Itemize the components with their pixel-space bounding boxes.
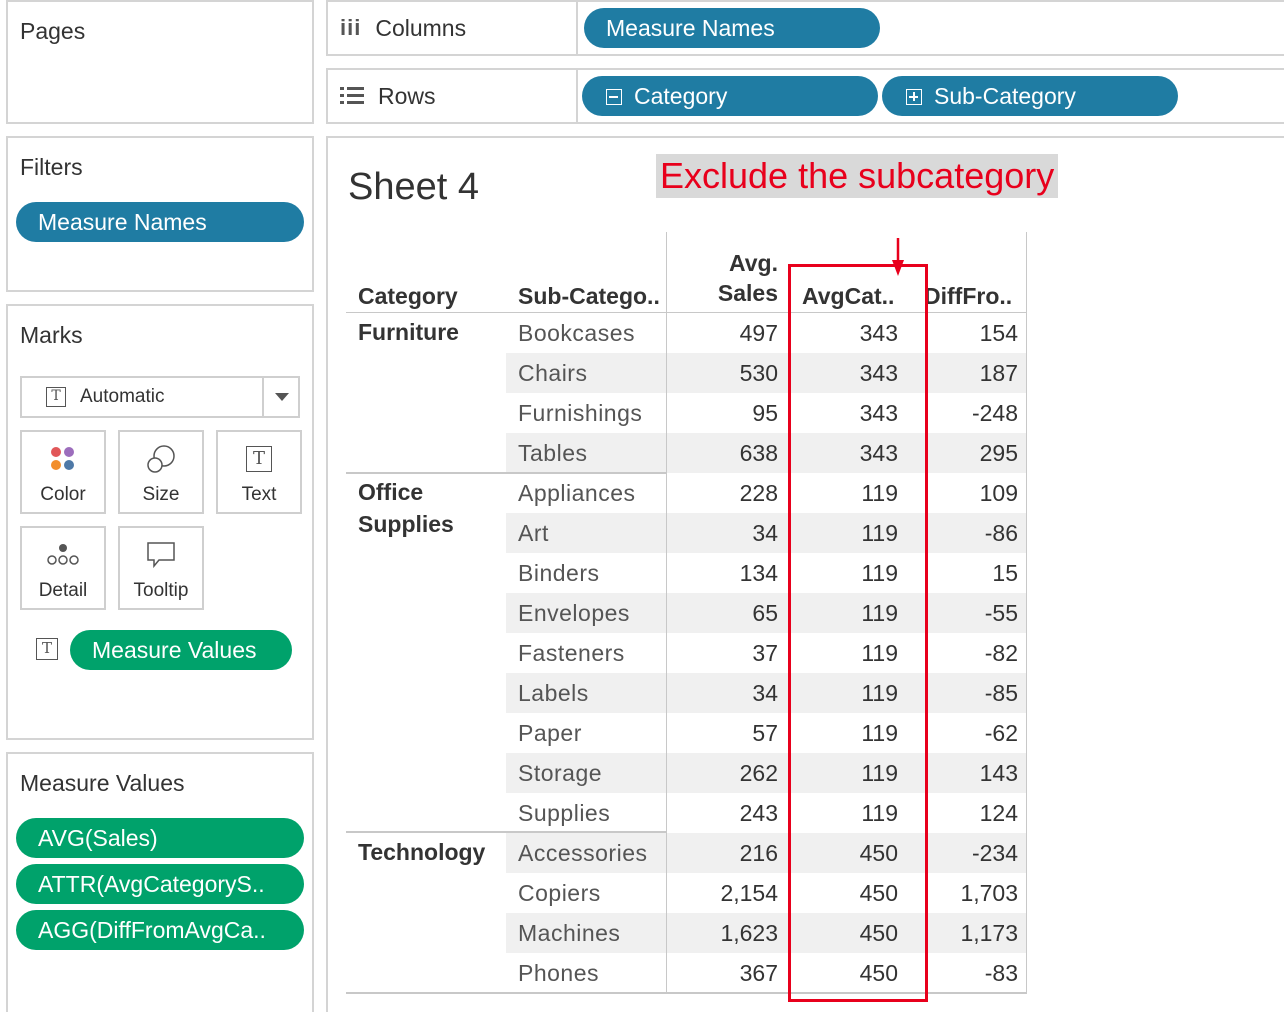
rows-pill-sub-category[interactable]: Sub-Category bbox=[882, 76, 1178, 116]
color-mark-button[interactable]: Color bbox=[20, 430, 106, 514]
text-mark-icon: T bbox=[46, 387, 66, 407]
filters-card: Filters Measure Names bbox=[6, 136, 314, 292]
marks-title: Marks bbox=[20, 322, 83, 348]
detail-mark-button[interactable]: Detail bbox=[20, 526, 106, 610]
text-mark-button[interactable]: T Text bbox=[216, 430, 302, 514]
measure-values-text-pill[interactable]: Measure Values bbox=[70, 630, 292, 670]
color-icon bbox=[22, 442, 104, 476]
pages-card: Pages bbox=[6, 0, 314, 124]
columns-icon: iii bbox=[340, 15, 362, 40]
rows-shelf: Rows Category Sub-Category bbox=[326, 68, 1284, 124]
annotation-text: Exclude the subcategory bbox=[656, 154, 1059, 198]
expand-icon bbox=[906, 89, 922, 105]
filters-title: Filters bbox=[20, 154, 83, 180]
detail-icon bbox=[22, 538, 104, 572]
columns-shelf-label: iii Columns bbox=[340, 10, 466, 46]
size-label: Size bbox=[142, 484, 180, 505]
view-area bbox=[326, 136, 1284, 1012]
size-icon bbox=[120, 442, 202, 476]
tooltip-label: Tooltip bbox=[133, 580, 189, 601]
rows-pill-category-label: Category bbox=[634, 83, 728, 109]
measure-pill-avgcategory[interactable]: ATTR(AvgCategoryS.. bbox=[16, 864, 304, 904]
size-mark-button[interactable]: Size bbox=[118, 430, 204, 514]
tooltip-icon bbox=[120, 538, 202, 572]
color-label: Color bbox=[40, 484, 86, 505]
rows-icon bbox=[340, 87, 364, 104]
tooltip-mark-button[interactable]: Tooltip bbox=[118, 526, 204, 610]
columns-shelf-divider bbox=[576, 2, 578, 54]
sheet-title: Sheet 4 bbox=[348, 166, 479, 208]
chevron-down-icon bbox=[275, 393, 289, 401]
rows-label: Rows bbox=[378, 82, 436, 109]
detail-label: Detail bbox=[38, 580, 88, 601]
measure-pill-avg-sales[interactable]: AVG(Sales) bbox=[16, 818, 304, 858]
filter-pill-measure-names[interactable]: Measure Names bbox=[16, 202, 304, 242]
text-encoding-icon: T bbox=[36, 638, 58, 660]
measure-values-title: Measure Values bbox=[20, 770, 185, 796]
rows-shelf-divider bbox=[576, 70, 578, 122]
measure-values-card: Measure Values AVG(Sales) ATTR(AvgCatego… bbox=[6, 752, 314, 1012]
mark-type-dropdown[interactable]: T Automatic bbox=[20, 376, 300, 418]
measure-pill-difffromavg[interactable]: AGG(DiffFromAvgCa.. bbox=[16, 910, 304, 950]
columns-pill-measure-names[interactable]: Measure Names bbox=[584, 8, 880, 48]
text-label: Text bbox=[241, 484, 277, 505]
pages-title: Pages bbox=[20, 18, 86, 44]
text-icon: T bbox=[218, 442, 300, 476]
collapse-icon bbox=[606, 89, 622, 105]
rows-pill-sub-category-label: Sub-Category bbox=[934, 83, 1076, 109]
mark-type-label: Automatic bbox=[80, 386, 165, 407]
marks-card: Marks T Automatic Color Size T Text Deta… bbox=[6, 304, 314, 740]
dropdown-divider bbox=[262, 378, 264, 416]
columns-label: Columns bbox=[375, 14, 467, 41]
rows-shelf-label: Rows bbox=[340, 78, 436, 114]
rows-pill-category[interactable]: Category bbox=[582, 76, 878, 116]
columns-shelf: iii Columns Measure Names bbox=[326, 0, 1284, 56]
